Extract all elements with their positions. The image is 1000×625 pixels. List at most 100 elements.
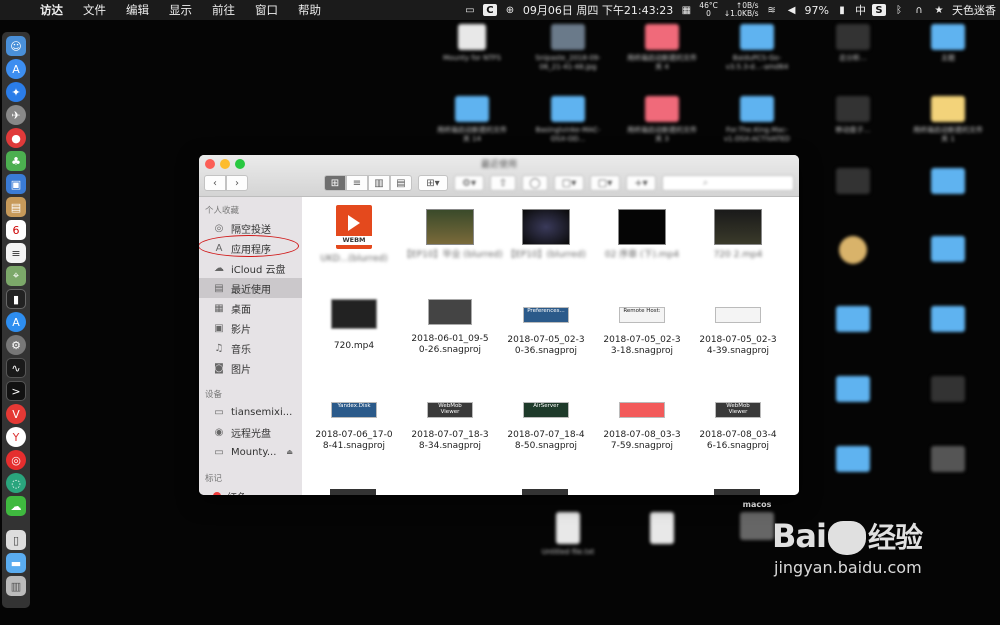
desktop-item[interactable]: 总分析… xyxy=(818,24,888,63)
file-item[interactable]: WEBM UKD...(blurred) xyxy=(306,205,402,265)
calendar-dock-icon[interactable]: 6 xyxy=(6,220,26,240)
app-store2-icon[interactable]: A xyxy=(6,312,26,332)
safari-icon[interactable]: ✦ xyxy=(6,82,26,102)
column-view-button[interactable]: ▥ xyxy=(368,175,390,191)
search-input[interactable]: ⌕ xyxy=(662,175,794,191)
app-red-icon[interactable]: ● xyxy=(6,128,26,148)
desktop-item[interactable] xyxy=(818,168,888,194)
netease-music-icon[interactable]: ◎ xyxy=(6,450,26,470)
user-name[interactable]: 天色迷香 xyxy=(952,2,996,18)
sidebar-item-desktop[interactable]: ▦ 桌面 xyxy=(199,298,302,318)
sidebar-item-mounty[interactable]: ▭ Mounty... ⏏ xyxy=(199,442,302,462)
desktop-item[interactable] xyxy=(818,446,888,472)
display-icon[interactable]: ▭ xyxy=(463,4,477,16)
launchpad-icon[interactable]: ✈ xyxy=(6,105,26,125)
desktop-item[interactable]: Untitled file.txt xyxy=(533,512,603,557)
plugin3-button[interactable]: +▾ xyxy=(626,175,656,191)
trash-icon[interactable]: ▥ xyxy=(6,576,26,596)
calendar-icon[interactable]: ▦ xyxy=(679,4,693,16)
sidebar-item-remote-disc[interactable]: ◉ 远程光盘 xyxy=(199,422,302,442)
desktop-item[interactable]: For.The.King.Mac-v1.OSX-ACTIVATED xyxy=(722,96,792,144)
menu-file[interactable]: 文件 xyxy=(73,2,116,18)
desktop-item[interactable]: 主题 xyxy=(913,24,983,63)
menu-edit[interactable]: 编辑 xyxy=(116,2,159,18)
list-view-button[interactable]: ≡ xyxy=(346,175,368,191)
headphones-icon[interactable]: ∩ xyxy=(912,4,926,16)
desktop-item[interactable]: 用终端启动新建的文件夹 14 xyxy=(437,96,507,144)
menu-window[interactable]: 窗口 xyxy=(245,2,288,18)
share-button[interactable]: ⇧ xyxy=(490,175,516,191)
forward-button[interactable]: › xyxy=(226,175,248,191)
vivaldi-icon[interactable]: V xyxy=(6,404,26,424)
sidebar-item-computer[interactable]: ▭ tiansemixi... xyxy=(199,402,302,422)
desktop-item[interactable] xyxy=(818,376,888,402)
file-item[interactable]: 720.mp4 xyxy=(306,299,402,352)
tags-button[interactable]: ◯ xyxy=(522,175,548,191)
desktop-item[interactable]: 用终端启动新建的文件夹 1 xyxy=(913,96,983,144)
notes-icon[interactable]: ▤ xyxy=(6,197,26,217)
title-bar[interactable]: 最近使用 ‹ › ⊞ ≡ ▥ ▤ ⊞▾ ⚙▾ ⇧ ◯ ▢▾ ▢▾ +▾ ⌕ xyxy=(199,155,799,197)
desktop-item[interactable] xyxy=(913,306,983,332)
desktop-item[interactable]: BaiduPCS-Go-v3.5.3-d...-amd64 xyxy=(722,24,792,72)
menu-go[interactable]: 前往 xyxy=(202,2,245,18)
desktop-item[interactable]: Snipaste_2018-09-06_21-41-48.jpg xyxy=(533,24,603,72)
file-item[interactable]: WebMob Viewer 2018-07-07_18-3 8-34.snagp… xyxy=(402,402,498,452)
yandex-icon[interactable]: Y xyxy=(6,427,26,447)
desktop-item[interactable] xyxy=(818,306,888,332)
group-button[interactable]: ⊞▾ xyxy=(418,175,448,191)
sidebar-item-recents[interactable]: ▤ 最近使用 xyxy=(199,278,302,298)
action-button[interactable]: ⚙▾ xyxy=(454,175,484,191)
bluetooth-icon[interactable]: ᛒ xyxy=(892,4,906,16)
battery-percent[interactable]: 97% xyxy=(805,4,829,17)
file-item[interactable]: Yandex.Disk 2018-07-06_17-0 8-41.snagpro… xyxy=(306,402,402,452)
gallery-view-button[interactable]: ▤ xyxy=(390,175,412,191)
terminal-icon[interactable]: > xyxy=(6,381,26,401)
sidebar-item-icloud[interactable]: ☁ iCloud 云盘 xyxy=(199,258,302,278)
textedit-icon[interactable]: ≡ xyxy=(6,243,26,263)
sidebar-item-music[interactable]: ♫ 音乐 xyxy=(199,338,302,358)
file-item[interactable]: Preferences... 2018-07-05_02-3 0-36.snag… xyxy=(498,307,594,357)
plugin-button[interactable]: ▢▾ xyxy=(554,175,584,191)
s-app-icon[interactable]: S xyxy=(872,4,886,16)
sidebar-item-tag-red[interactable]: 红色 xyxy=(199,486,302,495)
folder-icon[interactable]: ▬ xyxy=(6,553,26,573)
battery-icon[interactable]: ▮ xyxy=(835,4,849,16)
wechat-icon[interactable]: ☁ xyxy=(6,496,26,516)
desktop-item[interactable]: 用终端启动新建的文件夹 3 xyxy=(627,96,697,144)
file-item[interactable]: 2018-06-01_09-5 0-26.snagproj xyxy=(402,299,498,356)
desktop-item[interactable]: Mounty for NTFS xyxy=(437,24,507,63)
desktop-item-macos[interactable]: macos xyxy=(722,496,792,509)
file-item[interactable]: 【EP10】毕业 (blurred) xyxy=(402,209,503,261)
desktop-item[interactable]: 用终端启动新建的文件夹 4 xyxy=(627,24,697,72)
file-item[interactable]: 2018-07-05_02-3 4-39.snagproj xyxy=(690,307,786,357)
menu-help[interactable]: 帮助 xyxy=(288,2,331,18)
desktop-item[interactable] xyxy=(913,236,983,262)
plugin2-button[interactable]: ▢▾ xyxy=(590,175,620,191)
desktop-item[interactable] xyxy=(818,236,888,264)
sidebar-item-movies[interactable]: ▣ 影片 xyxy=(199,318,302,338)
desktop-item[interactable] xyxy=(913,446,983,472)
file-item[interactable]: 【EP10】(blurred) xyxy=(498,209,594,261)
desktop-item[interactable]: 移动盘子… xyxy=(818,96,888,135)
file-item[interactable]: 2018-07-08_03-3 7-59.snagproj xyxy=(594,402,690,452)
finder-icon[interactable]: ☺ xyxy=(6,36,26,56)
icon-view-button[interactable]: ⊞ xyxy=(324,175,346,191)
star-icon[interactable]: ★ xyxy=(932,4,946,16)
file-item[interactable]: 02 序章 (下).mp4 xyxy=(594,209,690,261)
menu-view[interactable]: 显示 xyxy=(159,2,202,18)
sidebar-item-pictures[interactable]: ◙ 图片 xyxy=(199,358,302,378)
input-method[interactable]: 中 xyxy=(855,2,866,18)
app-store-icon[interactable]: A xyxy=(6,59,26,79)
desktop-item[interactable] xyxy=(627,512,697,544)
file-item[interactable]: WebMob Viewer 2018-07-08_03-4 6-16.snagp… xyxy=(690,402,786,452)
desktop-item[interactable]: Basinglvinke-MAC-OSX-OD... xyxy=(533,96,603,144)
file-item[interactable]: Remote Host: 2018-07-05_02-3 3-18.snagpr… xyxy=(594,307,690,357)
cpu-temp[interactable]: 46°C 0 xyxy=(699,2,718,18)
document-icon[interactable]: ▯ xyxy=(6,530,26,550)
c-app-icon[interactable]: C xyxy=(482,4,497,16)
clock[interactable]: 09月06日 周四 下午21:43:23 xyxy=(523,2,673,18)
file-item[interactable]: 720 2.mp4 xyxy=(690,209,786,261)
system-preferences-icon[interactable]: ⚙ xyxy=(6,335,26,355)
wifi-icon[interactable]: ≋ xyxy=(765,4,779,16)
desktop-item[interactable] xyxy=(913,168,983,194)
